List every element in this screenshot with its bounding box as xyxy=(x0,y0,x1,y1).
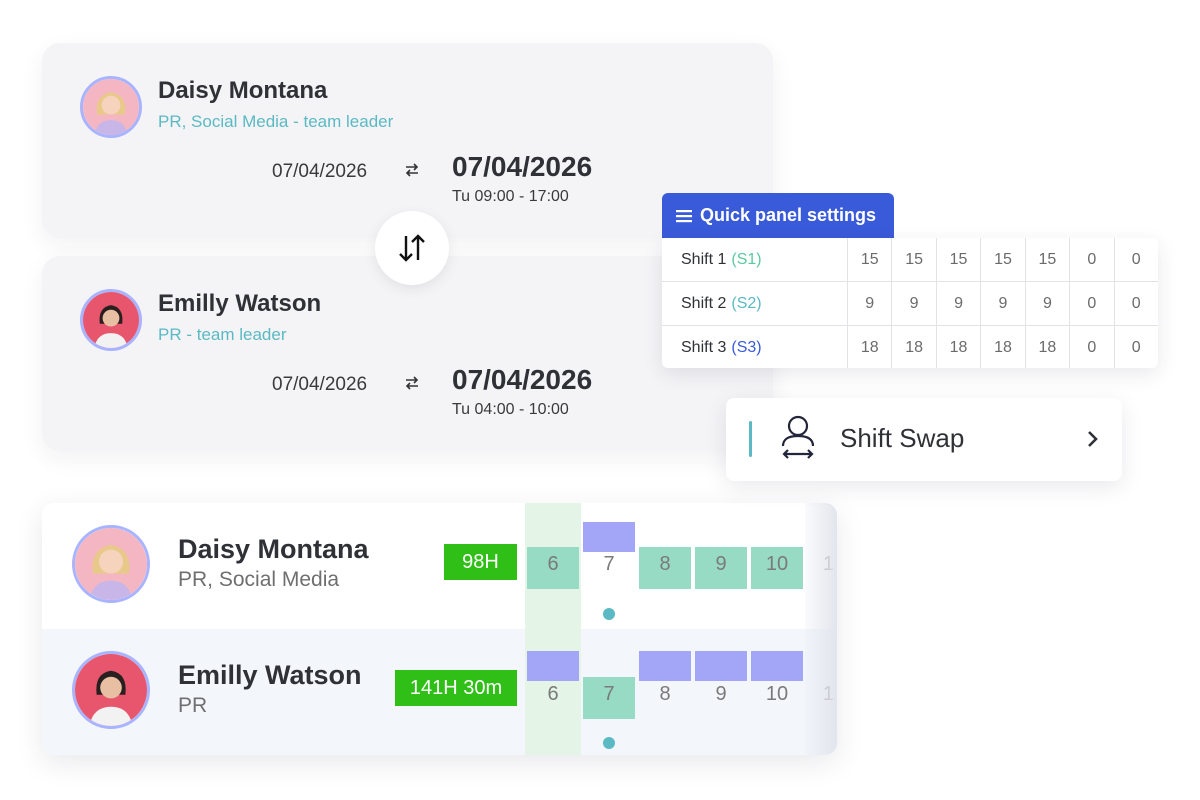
employee-name: Daisy Montana xyxy=(158,77,328,104)
shift-block[interactable] xyxy=(527,651,579,681)
shift-count-cell[interactable]: 9 xyxy=(1026,282,1071,325)
shift-row: Shift 2 (S2) 9 9 9 9 9 0 0 xyxy=(662,282,1158,326)
today-column xyxy=(525,503,581,755)
avatar xyxy=(72,525,150,603)
shift-count-cell[interactable]: 15 xyxy=(981,238,1026,281)
shift-row: Shift 1 (S1) 15 15 15 15 15 0 0 xyxy=(662,238,1158,282)
shift-count-cell[interactable]: 15 xyxy=(1026,238,1071,281)
day-number: 6 xyxy=(547,553,559,575)
shift-count-cell[interactable]: 15 xyxy=(848,238,893,281)
employee-name: Daisy Montana xyxy=(178,534,369,564)
schedule-grid: Daisy Montana PR, Social Media 98H Emill… xyxy=(42,503,837,755)
day-number: 7 xyxy=(603,553,615,575)
avatar xyxy=(80,76,142,138)
shift-count-cell[interactable]: 15 xyxy=(937,238,982,281)
exchange-icon xyxy=(405,376,419,390)
shift-count-cell[interactable]: 9 xyxy=(848,282,893,325)
original-date: 07/04/2026 xyxy=(272,374,368,395)
shift-count-cell[interactable]: 0 xyxy=(1115,326,1158,368)
shift-count-cell[interactable]: 9 xyxy=(981,282,1026,325)
scroll-fade xyxy=(805,503,837,755)
exchange-icon xyxy=(405,163,419,177)
shift-count-cell[interactable]: 18 xyxy=(892,326,937,368)
original-date: 07/04/2026 xyxy=(272,161,368,182)
shift-time: Tu 09:00 - 17:00 xyxy=(452,188,569,205)
shift-label: Shift 1 xyxy=(681,250,727,268)
shift-label: Shift 3 xyxy=(681,338,727,356)
day-number: 10 xyxy=(765,683,789,705)
shift-code: (S1) xyxy=(731,250,762,268)
shift-count-cell[interactable]: 0 xyxy=(1115,238,1158,281)
shift-label: Shift 2 xyxy=(681,294,727,312)
quick-panel-table: Shift 1 (S1) 15 15 15 15 15 0 0 Shift 2 … xyxy=(662,238,1158,368)
employee-name: Emilly Watson xyxy=(158,290,322,317)
shift-row: Shift 3 (S3) 18 18 18 18 18 0 0 xyxy=(662,326,1158,368)
day-number: 9 xyxy=(715,683,727,705)
shift-count-cell[interactable]: 0 xyxy=(1070,282,1115,325)
day-number: 8 xyxy=(659,683,671,705)
employee-role: PR, Social Media - team leader xyxy=(158,112,394,131)
shift-count-cell[interactable]: 18 xyxy=(981,326,1026,368)
shift-block[interactable] xyxy=(639,651,691,681)
swap-button[interactable] xyxy=(375,211,449,285)
hours-badge: 141H 30m xyxy=(395,670,517,706)
shift-count-cell[interactable]: 9 xyxy=(892,282,937,325)
shift-count-cell[interactable]: 9 xyxy=(937,282,982,325)
shift-block[interactable] xyxy=(751,651,803,681)
menu-icon xyxy=(676,209,692,222)
shift-count-cell[interactable]: 15 xyxy=(892,238,937,281)
chevron-right-icon xyxy=(1088,431,1098,447)
employee-role: PR, Social Media xyxy=(178,568,340,591)
quick-panel-settings-tab[interactable]: Quick panel settings xyxy=(662,193,894,238)
swap-date: 07/04/2026 xyxy=(452,151,593,182)
user-swap-icon xyxy=(781,415,815,459)
day-number: 9 xyxy=(715,553,727,575)
day-number: 10 xyxy=(765,553,789,575)
avatar xyxy=(80,289,142,351)
quick-panel-title: Quick panel settings xyxy=(700,205,877,225)
shift-count-cell[interactable]: 0 xyxy=(1115,282,1158,325)
employee-role: PR - team leader xyxy=(158,325,287,344)
employee-role: PR xyxy=(178,694,208,717)
avatar xyxy=(72,651,150,729)
shift-swap-menu-item[interactable]: Shift Swap xyxy=(726,398,1122,481)
shift-count-cell[interactable]: 0 xyxy=(1070,238,1115,281)
shift-swap-label: Shift Swap xyxy=(840,423,965,453)
shift-time: Tu 04:00 - 10:00 xyxy=(452,401,569,418)
shift-block[interactable] xyxy=(583,522,635,552)
day-number: 7 xyxy=(603,683,615,705)
shift-count-cell[interactable]: 18 xyxy=(1026,326,1071,368)
hours-badge: 98H xyxy=(444,544,517,580)
accent-bar xyxy=(749,421,752,457)
shift-count-cell[interactable]: 0 xyxy=(1070,326,1115,368)
shift-code: (S3) xyxy=(731,338,762,356)
shift-count-cell[interactable]: 18 xyxy=(937,326,982,368)
shift-code: (S2) xyxy=(731,294,762,312)
employee-name: Emilly Watson xyxy=(178,660,362,690)
indicator-dot xyxy=(603,737,615,749)
shift-count-cell[interactable]: 18 xyxy=(848,326,893,368)
swap-date: 07/04/2026 xyxy=(452,364,593,395)
indicator-dot xyxy=(603,608,615,620)
day-number: 6 xyxy=(547,683,559,705)
swap-arrows-icon xyxy=(399,234,425,262)
day-number: 8 xyxy=(659,553,671,575)
shift-block[interactable] xyxy=(695,651,747,681)
